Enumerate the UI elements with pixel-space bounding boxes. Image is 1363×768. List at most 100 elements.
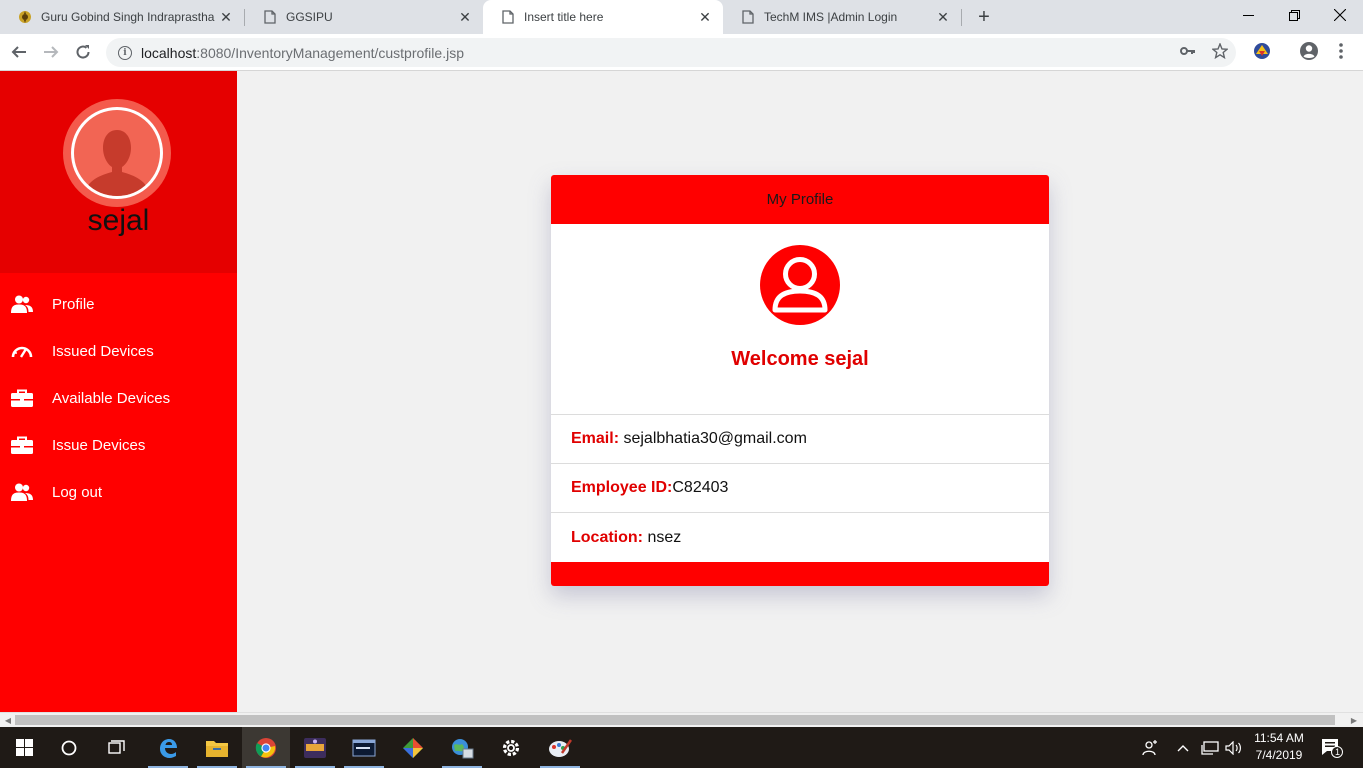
close-icon[interactable]: ✕ bbox=[935, 9, 951, 25]
address-bar[interactable]: i localhost:8080/InventoryManagement/cus… bbox=[106, 38, 1236, 67]
tab-ggsipu[interactable]: GGSIPU ✕ bbox=[245, 0, 483, 34]
email-value: sejalbhatia30@gmail.com bbox=[619, 430, 807, 447]
user-silhouette-icon bbox=[84, 130, 150, 196]
speedometer-icon bbox=[10, 341, 34, 361]
extension-icon[interactable] bbox=[1250, 39, 1274, 63]
java-ee-ide-icon bbox=[304, 737, 326, 758]
globe-network-icon bbox=[452, 738, 474, 758]
windows-taskbar: 11:54 AM 7/4/2019 1 bbox=[0, 727, 1363, 768]
taskbar-settings[interactable] bbox=[487, 727, 535, 768]
paint-palette-icon bbox=[549, 738, 572, 757]
university-emblem-icon bbox=[18, 10, 32, 24]
clock-date: 7/4/2019 bbox=[1255, 748, 1303, 762]
tab-title: GGSIPU bbox=[286, 10, 333, 24]
card-title: My Profile bbox=[551, 175, 1049, 224]
forward-button[interactable] bbox=[37, 38, 65, 66]
taskbar-file-explorer[interactable] bbox=[193, 727, 241, 768]
minimize-button[interactable] bbox=[1225, 0, 1271, 30]
welcome-message: Welcome sejal bbox=[731, 348, 869, 370]
close-icon[interactable]: ✕ bbox=[697, 9, 713, 25]
sidebar: sejal Profile Issued Devices Available D… bbox=[0, 71, 237, 712]
sidebar-item-profile[interactable]: Profile bbox=[0, 284, 237, 324]
sidebar-profile-header: sejal bbox=[0, 71, 237, 273]
user-circle-icon bbox=[760, 245, 840, 325]
gear-icon bbox=[502, 739, 520, 756]
scrollbar-thumb[interactable] bbox=[15, 715, 1335, 725]
users-icon bbox=[10, 294, 34, 314]
tab-insert-title-here[interactable]: Insert title here ✕ bbox=[483, 0, 723, 34]
sidebar-item-label: Issued Devices bbox=[52, 342, 154, 360]
close-icon[interactable]: ✕ bbox=[457, 9, 473, 25]
browser-tabstrip: Guru Gobind Singh Indraprastha ✕ GGSIPU … bbox=[0, 0, 1363, 34]
clock-time: 11:54 AM bbox=[1254, 731, 1304, 745]
taskbar-chrome[interactable] bbox=[242, 727, 290, 768]
briefcase-icon bbox=[10, 435, 34, 455]
sidebar-item-label: Issue Devices bbox=[52, 436, 146, 454]
console-window-icon bbox=[352, 739, 376, 756]
taskbar-java-ide[interactable] bbox=[291, 727, 339, 768]
taskbar-git[interactable] bbox=[389, 727, 437, 768]
bookmark-star-icon[interactable] bbox=[1208, 39, 1232, 63]
card-profile-summary: Welcome sejal bbox=[551, 224, 1049, 415]
sidebar-item-label: Available Devices bbox=[52, 389, 171, 407]
url-path: :8080/InventoryManagement/custprofile.js… bbox=[196, 44, 464, 61]
action-center-button[interactable]: 1 bbox=[1318, 727, 1346, 768]
page-icon bbox=[263, 10, 277, 24]
network-icon[interactable] bbox=[1199, 727, 1221, 768]
tab-title: Guru Gobind Singh Indraprastha bbox=[41, 10, 215, 24]
taskbar-mysql-console[interactable] bbox=[340, 727, 388, 768]
page-icon bbox=[741, 10, 755, 24]
avatar bbox=[63, 99, 171, 207]
git-tool-icon bbox=[403, 737, 423, 758]
sidebar-item-issued-devices[interactable]: Issued Devices bbox=[0, 331, 237, 371]
taskbar-network-app[interactable] bbox=[438, 727, 486, 768]
notification-count: 1 bbox=[1335, 747, 1341, 757]
task-view-button[interactable] bbox=[93, 727, 141, 768]
scroll-left-arrow-icon[interactable]: ◀ bbox=[2, 714, 14, 726]
task-view-icon bbox=[108, 739, 125, 754]
reload-button[interactable] bbox=[69, 38, 97, 66]
sidebar-item-log-out[interactable]: Log out bbox=[0, 472, 237, 512]
new-tab-button[interactable]: + bbox=[973, 6, 995, 28]
key-icon[interactable] bbox=[1176, 39, 1200, 63]
folder-icon bbox=[206, 740, 228, 757]
window-close-button[interactable] bbox=[1317, 0, 1363, 30]
search-button[interactable] bbox=[45, 727, 93, 768]
edge-browser-icon bbox=[160, 738, 177, 758]
menu-kebab-icon[interactable] bbox=[1329, 39, 1353, 63]
chrome-browser-icon bbox=[255, 737, 276, 758]
email-label: Email: bbox=[571, 430, 620, 447]
tab-separator bbox=[961, 9, 962, 26]
location-row: Location: nsez bbox=[551, 513, 1049, 562]
restore-button[interactable] bbox=[1271, 0, 1317, 30]
tab-techm-ims-admin-login[interactable]: TechM IMS |Admin Login ✕ bbox=[723, 0, 961, 34]
briefcase-icon bbox=[10, 388, 34, 408]
volume-icon[interactable] bbox=[1223, 727, 1245, 768]
windows-logo-icon bbox=[15, 739, 33, 756]
tab-ggsipu-university[interactable]: Guru Gobind Singh Indraprastha ✕ bbox=[0, 0, 244, 34]
taskbar-paint[interactable] bbox=[536, 727, 584, 768]
taskbar-clock[interactable]: 11:54 AM 7/4/2019 bbox=[1244, 730, 1314, 764]
scroll-right-arrow-icon[interactable]: ▶ bbox=[1348, 714, 1360, 726]
sidebar-item-available-devices[interactable]: Available Devices bbox=[0, 378, 237, 418]
sidebar-username: sejal bbox=[87, 204, 150, 237]
chevron-up-icon[interactable] bbox=[1175, 727, 1191, 768]
taskbar-edge[interactable] bbox=[144, 727, 192, 768]
sidebar-item-label: Profile bbox=[52, 295, 95, 313]
people-icon[interactable] bbox=[1138, 727, 1162, 768]
account-icon[interactable] bbox=[1297, 39, 1321, 63]
close-icon[interactable]: ✕ bbox=[218, 9, 234, 25]
start-button[interactable] bbox=[0, 727, 48, 768]
card-footer bbox=[551, 562, 1049, 586]
employee-id-row: Employee ID: C82403 bbox=[551, 464, 1049, 513]
employee-id-value: C82403 bbox=[672, 479, 729, 496]
profile-card: My Profile Welcome sejal Email: sejalbha… bbox=[551, 175, 1049, 586]
horizontal-scrollbar[interactable]: ◀ ▶ bbox=[0, 712, 1363, 727]
sidebar-item-issue-devices[interactable]: Issue Devices bbox=[0, 425, 237, 465]
url-host: localhost bbox=[141, 44, 197, 61]
info-icon[interactable]: i bbox=[118, 45, 132, 60]
back-button[interactable] bbox=[5, 38, 33, 66]
sidebar-item-label: Log out bbox=[52, 483, 103, 501]
employee-id-label: Employee ID: bbox=[571, 479, 673, 496]
location-value: nsez bbox=[643, 528, 682, 546]
